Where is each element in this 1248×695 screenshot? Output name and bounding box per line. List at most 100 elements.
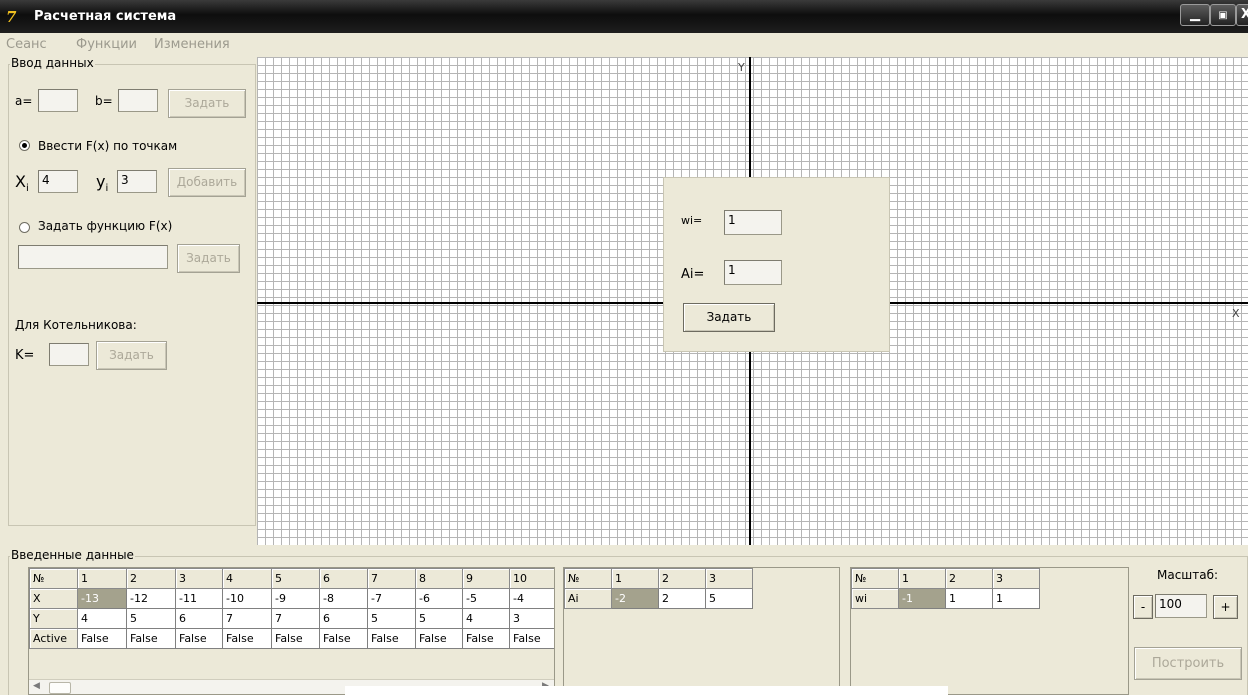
input-data-group [8,64,256,526]
xi-input[interactable]: 4 [38,170,78,193]
wi-input[interactable]: 1 [724,210,782,235]
table-cell[interactable]: -2 [611,588,659,609]
table-cell[interactable]: -6 [415,588,463,609]
row-header: Ai [564,588,612,609]
radio-points[interactable] [19,140,30,151]
ai-label: Ai= [681,267,705,282]
kotelnikov-label: Для Котельникова: [15,318,137,332]
wi-header-row: № 1 2 3 [851,568,1040,589]
maximize-button[interactable]: ▣ [1210,4,1236,26]
table-cell[interactable]: False [415,628,463,649]
table-cell[interactable]: 5 [415,608,463,629]
wi-grid: № 1 2 3 wi -1 1 1 [851,568,1040,609]
row-header: Active [29,628,78,649]
a-input[interactable] [38,89,78,112]
header-cell: 1 [77,568,127,589]
menu-functions[interactable]: Функции [76,37,137,52]
table-cell[interactable]: False [222,628,272,649]
window-title: Расчетная система [34,9,177,24]
points-y-row: Y 4 5 6 7 7 6 5 5 4 3 3 [29,608,554,629]
table-cell[interactable]: False [77,628,127,649]
header-cell: 2 [126,568,176,589]
menu-changes[interactable]: Изменения [154,37,230,52]
table-cell[interactable]: 7 [271,608,320,629]
scroll-left-icon[interactable]: ◀ [33,681,40,691]
title-bar: 7 Расчетная система ▁ ▣ X [0,0,1248,33]
table-cell[interactable]: 6 [175,608,223,629]
app-icon: 7 [6,8,17,26]
scale-input[interactable]: 100 [1155,594,1207,618]
row-header: X [29,588,78,609]
header-cell: 6 [319,568,368,589]
header-cell: 4 [222,568,272,589]
points-active-row: Active False False False False False Fal… [29,628,554,649]
points-table[interactable]: № 1 2 3 4 5 6 7 8 9 10 1 X -13 -12 -11 -… [28,567,555,695]
header-cell: 10 [509,568,554,589]
ai-input[interactable]: 1 [724,260,782,285]
build-button[interactable]: Построить [1134,647,1242,680]
yi-label: yi [96,172,109,195]
header-cell: 3 [705,568,753,589]
restore-icon: ▣ [1218,10,1228,21]
table-cell[interactable]: -4 [509,588,554,609]
radio-function-label[interactable]: Задать функцию F(x) [38,219,172,233]
radio-function[interactable] [19,222,30,233]
scale-increase-button[interactable]: + [1213,595,1238,619]
dialog-set-button[interactable]: Задать [683,303,775,332]
table-cell[interactable]: -11 [175,588,223,609]
wi-table[interactable]: № 1 2 3 wi -1 1 1 [850,567,1129,695]
ai-table[interactable]: № 1 2 3 Ai -2 2 5 [563,567,840,695]
close-button[interactable]: X [1236,4,1248,26]
table-cell[interactable]: False [319,628,368,649]
ai-grid: № 1 2 3 Ai -2 2 5 [564,568,753,609]
table-cell[interactable]: False [367,628,416,649]
table-cell[interactable]: -7 [367,588,416,609]
table-cell[interactable]: False [126,628,176,649]
table-cell[interactable]: 6 [319,608,368,629]
table-cell[interactable]: -1 [898,588,946,609]
table-cell[interactable]: 7 [222,608,272,629]
scale-decrease-button[interactable]: - [1133,595,1153,619]
k-input[interactable] [49,343,89,366]
header-cell: 7 [367,568,416,589]
table-cell[interactable]: 1 [945,588,993,609]
menu-session[interactable]: Сеанс [6,37,47,52]
set-ab-button[interactable]: Задать [168,89,246,118]
table-cell[interactable]: 5 [367,608,416,629]
table-cell[interactable]: False [271,628,320,649]
wi-row: wi -1 1 1 [851,588,1040,609]
yi-input[interactable]: 3 [117,170,157,193]
table-cell[interactable]: 4 [462,608,510,629]
table-cell[interactable]: False [462,628,510,649]
function-input[interactable] [18,245,168,269]
header-cell: № [29,568,78,589]
scroll-thumb[interactable] [49,682,71,694]
wi-label: wi= [681,214,703,227]
table-cell[interactable]: 3 [509,608,554,629]
header-cell: 9 [462,568,510,589]
table-cell[interactable]: 1 [992,588,1040,609]
menu-bar: Сеанс Функции Изменения [0,34,1248,56]
table-cell[interactable]: False [509,628,554,649]
header-cell: 1 [611,568,659,589]
table-cell[interactable]: -12 [126,588,176,609]
table-cell[interactable]: -9 [271,588,320,609]
table-cell[interactable]: 4 [77,608,127,629]
table-cell[interactable]: False [175,628,223,649]
set-k-button[interactable]: Задать [96,341,167,370]
table-cell[interactable]: -5 [462,588,510,609]
table-cell[interactable]: -10 [222,588,272,609]
b-input[interactable] [118,89,158,112]
minimize-button[interactable]: ▁ [1180,4,1210,26]
radio-points-label[interactable]: Ввести F(x) по точкам [38,139,177,153]
table-cell[interactable]: 5 [126,608,176,629]
close-icon: X [1240,7,1248,22]
table-cell[interactable]: -8 [319,588,368,609]
table-cell[interactable]: -13 [77,588,127,609]
entered-data-group-title: Введенные данные [10,548,135,562]
table-cell[interactable]: 5 [705,588,753,609]
table-cell[interactable]: 2 [658,588,706,609]
header-cell: 2 [658,568,706,589]
set-function-button[interactable]: Задать [177,244,240,273]
add-point-button[interactable]: Добавить [168,168,246,197]
